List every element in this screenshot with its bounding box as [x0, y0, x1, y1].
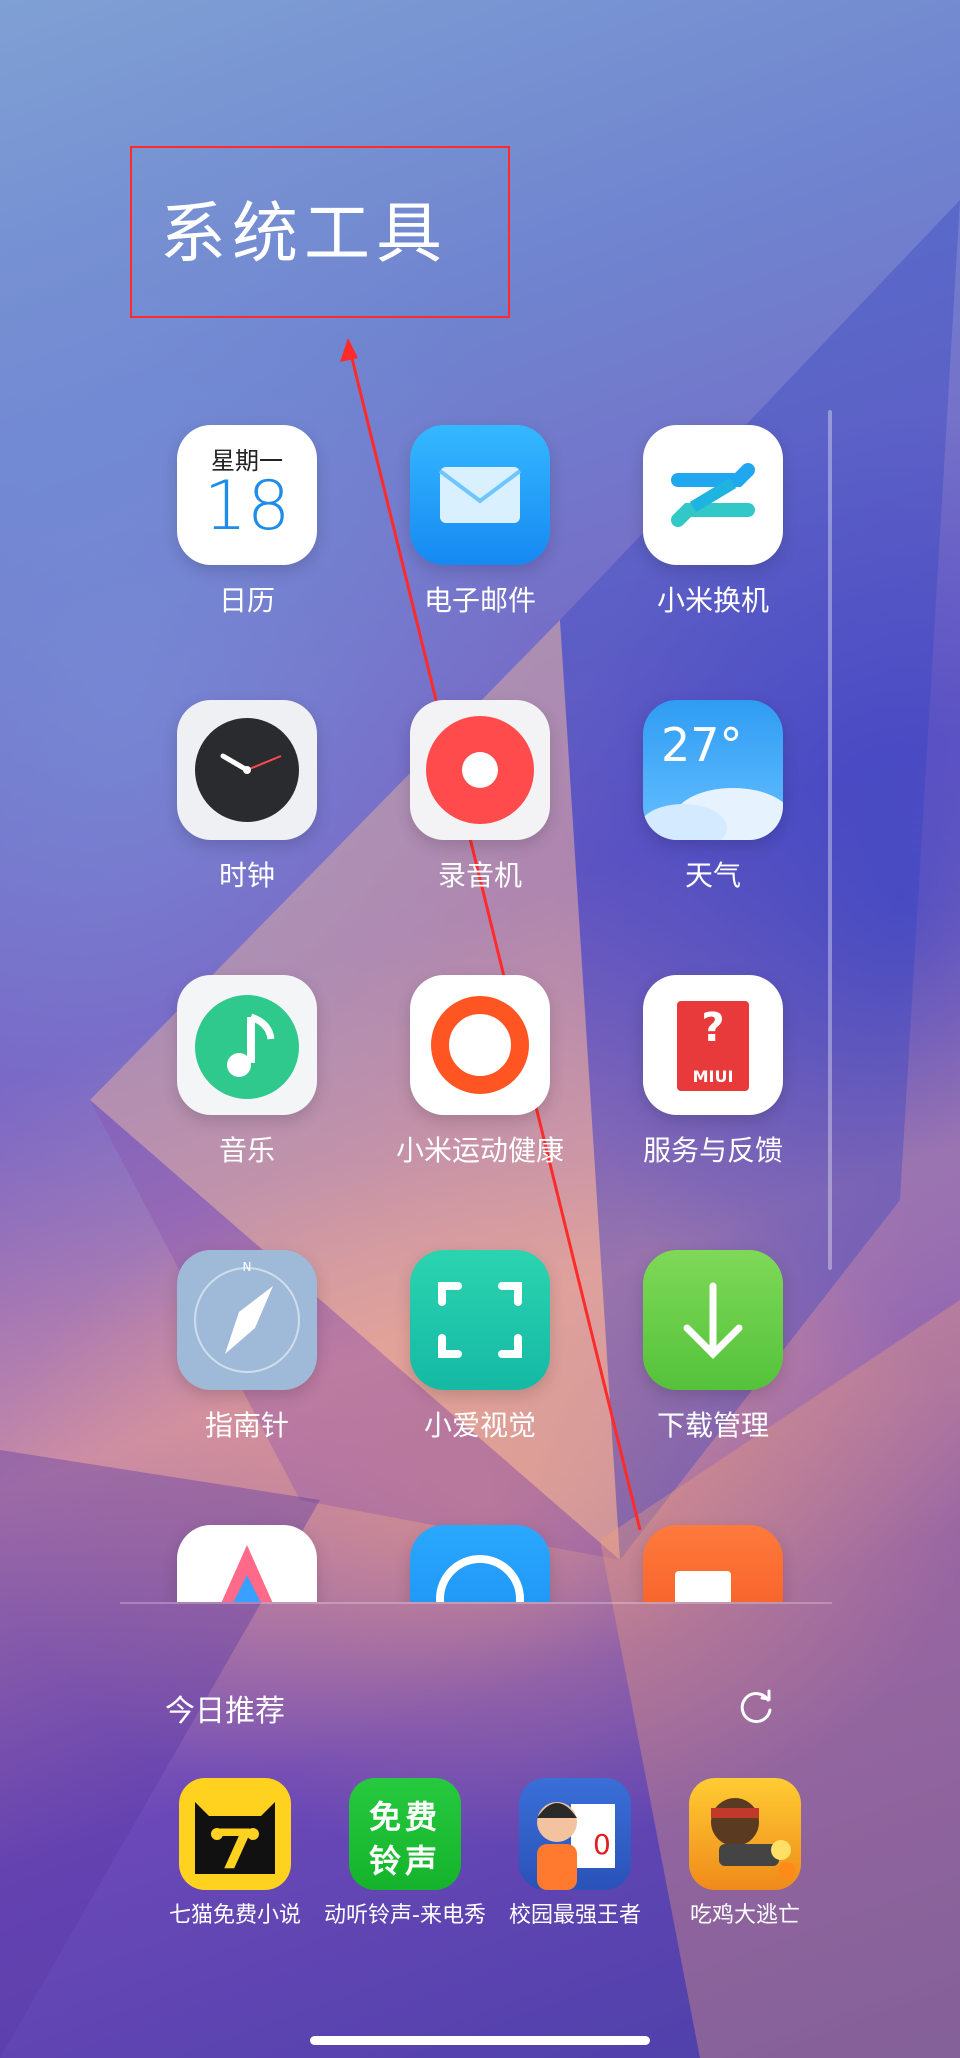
cat-novel-mark: 7 — [216, 1818, 254, 1881]
gradient-mountain-icon — [177, 1525, 317, 1602]
feedback-badge: MIUI — [692, 1067, 734, 1086]
video-icon — [643, 1525, 783, 1602]
clock-icon — [177, 700, 317, 840]
feedback-question-mark: ? — [701, 1005, 725, 1051]
ringtone-line1: 免费 — [368, 1798, 441, 1836]
app-email[interactable]: 电子邮件 — [360, 425, 600, 619]
calendar-day: 18 — [203, 467, 291, 546]
phone-transfer-icon — [643, 425, 783, 565]
home-indicator[interactable] — [310, 2036, 650, 2045]
compass-north: N — [242, 1260, 252, 1274]
app-partial-2[interactable] — [360, 1525, 600, 1602]
weather-icon: 27° — [643, 700, 783, 840]
ringtone-icon: 免费 铃声 — [349, 1778, 461, 1890]
app-label: 日历 — [218, 584, 275, 617]
feedback-icon: ? MIUI — [643, 975, 783, 1115]
rec-app-label: 七猫免费小说 — [168, 1903, 301, 1928]
app-feedback[interactable]: ? MIUI 服务与反馈 — [593, 975, 833, 1169]
rec-app-shooter[interactable]: 吃鸡大逃亡 — [660, 1778, 830, 1932]
compass-icon: N — [177, 1250, 317, 1390]
app-xiaoai-vision[interactable]: 小爱视觉 — [360, 1250, 600, 1444]
recorder-icon — [410, 700, 550, 840]
highlight-box — [130, 146, 510, 318]
app-label: 电子邮件 — [423, 584, 536, 617]
ringtone-line2: 铃声 — [368, 1842, 441, 1880]
cat-novel-icon: 7 — [179, 1778, 291, 1890]
music-icon — [177, 975, 317, 1115]
app-label: 小米运动健康 — [395, 1134, 564, 1167]
app-partial-3[interactable] — [593, 1525, 833, 1602]
app-fitness[interactable]: 小米运动健康 — [360, 975, 600, 1169]
divider — [120, 1602, 832, 1604]
campus-game-icon: 0 — [519, 1778, 631, 1890]
airplane-icon — [410, 1525, 550, 1602]
app-calendar[interactable]: 星期一 18 日历 — [127, 425, 367, 619]
rec-app-label: 动听铃声-来电秀 — [324, 1903, 486, 1928]
download-icon — [643, 1250, 783, 1390]
app-label: 小爱视觉 — [423, 1409, 536, 1442]
recommend-title: 今日推荐 — [165, 1694, 285, 1729]
app-label: 音乐 — [218, 1134, 275, 1167]
app-weather[interactable]: 27° 天气 — [593, 700, 833, 894]
app-compass[interactable]: N 指南针 — [127, 1250, 367, 1444]
app-grid: 星期一 18 日历 电子邮件 小米换机 时钟 录音机 27° 天气 音乐 小米运… — [0, 400, 960, 1602]
email-icon — [410, 425, 550, 565]
rec-app-campus-game[interactable]: 0 校园最强王者 — [490, 1778, 660, 1932]
app-label: 小米换机 — [656, 584, 769, 617]
app-recorder[interactable]: 录音机 — [360, 700, 600, 894]
app-partial-1[interactable] — [127, 1525, 367, 1602]
calendar-icon: 星期一 18 — [177, 425, 317, 565]
app-label: 录音机 — [437, 859, 522, 892]
app-label: 指南针 — [204, 1409, 289, 1442]
app-download-manager[interactable]: 下载管理 — [593, 1250, 833, 1444]
app-label: 服务与反馈 — [642, 1134, 783, 1167]
app-label: 下载管理 — [656, 1409, 769, 1442]
app-label: 时钟 — [218, 859, 275, 892]
app-label: 天气 — [684, 859, 741, 892]
fitness-ring-icon — [410, 975, 550, 1115]
rec-app-ringtone[interactable]: 免费 铃声 动听铃声-来电秀 — [320, 1778, 490, 1932]
app-phone-transfer[interactable]: 小米换机 — [593, 425, 833, 619]
svg-text:0: 0 — [593, 1828, 611, 1861]
scan-icon — [410, 1250, 550, 1390]
app-music[interactable]: 音乐 — [127, 975, 367, 1169]
shooter-game-icon — [689, 1778, 801, 1890]
rec-app-cat-novel[interactable]: 7 七猫免费小说 — [150, 1778, 320, 1932]
app-clock[interactable]: 时钟 — [127, 700, 367, 894]
rec-app-label: 吃鸡大逃亡 — [689, 1903, 800, 1928]
rec-app-label: 校园最强王者 — [508, 1903, 641, 1928]
refresh-icon[interactable] — [736, 1686, 776, 1726]
